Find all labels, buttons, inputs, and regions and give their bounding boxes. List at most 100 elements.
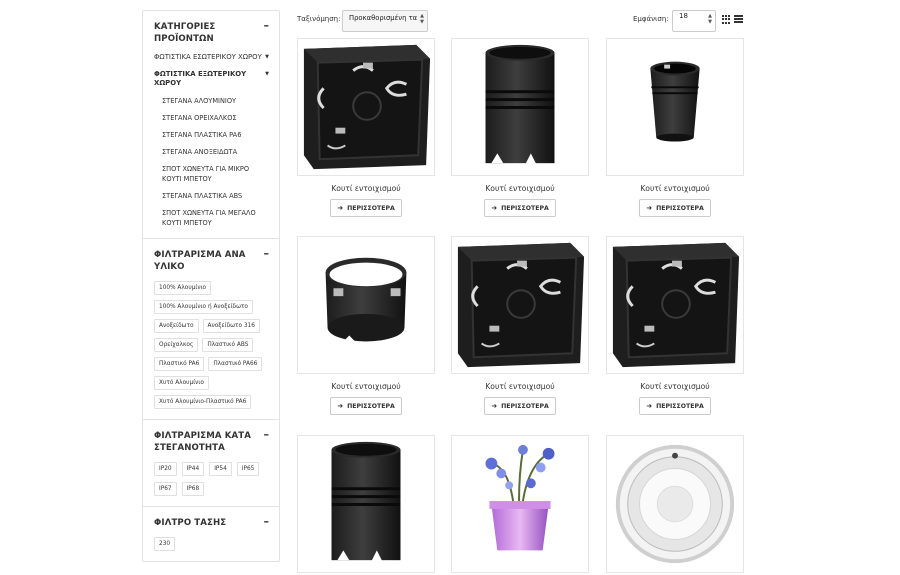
subcategory-item[interactable]: ΣΤΕΓΑΝΑ ΑΝΟΞΕΙΔΩΤΑ — [162, 147, 269, 157]
arrow-right-icon: ➜ — [337, 204, 344, 212]
product-name[interactable]: Κουτί εντοιχισμού — [451, 382, 589, 392]
product-toolbar: Ταξινόμηση: Προκαθορισμένη τα ▲ ▼ Εμφάνισ… — [297, 10, 744, 32]
product-name[interactable]: Κουτί εντοιχισμού — [606, 382, 744, 392]
subcategory-item[interactable]: ΣΤΕΓΑΝΑ ΟΡΕΙΧΑΛΚΟΣ — [162, 113, 269, 123]
product-image[interactable] — [297, 435, 435, 573]
filter-tag[interactable]: IP54 — [209, 462, 232, 476]
more-button[interactable]: ➜ ΠΕΡΙΣΣΟΤΕΡΑ — [330, 397, 402, 415]
more-button-label: ΠΕΡΙΣΣΟΤΕΡΑ — [656, 402, 704, 410]
filter-tag[interactable]: Ορείχαλκος — [154, 338, 199, 352]
product-image[interactable] — [606, 38, 744, 176]
category-label: ΦΩΤΙΣΤΙΚΑ ΕΣΩΤΕΡΙΚΟΥ ΧΩΡΟΥ — [154, 53, 262, 61]
junction-box-image — [298, 39, 434, 175]
sort-select[interactable]: Προκαθορισμένη τα ▲ ▼ — [342, 10, 428, 32]
collapse-icon[interactable]: – — [261, 248, 270, 259]
product-card: Κουτί εντοιχισμού ➜ ΠΕΡΙΣΣΟΤΕΡΑ — [606, 236, 744, 415]
filter-tag[interactable]: 100% Αλουμίνιο ή Ανοξείδωτο — [154, 300, 253, 314]
voltage-filter-panel: ΦΙΛΤΡΟ ΤΑΣΗΣ – 230 — [143, 507, 279, 561]
cylinder-box-image — [298, 436, 434, 572]
more-button-label: ΠΕΡΙΣΣΟΤΕΡΑ — [501, 402, 549, 410]
collapse-icon[interactable]: – — [261, 429, 270, 440]
filter-tag[interactable]: 230 — [154, 537, 176, 551]
product-image[interactable] — [606, 236, 744, 374]
product-name[interactable]: Κουτί εντοιχισμού — [451, 184, 589, 194]
filter-tag[interactable]: Ανοξείδωτο 316 — [202, 319, 260, 333]
categories-header[interactable]: ΚΑΤΗΓΟΡΙΕΣ ΠΡΟΪΟΝΤΩΝ – — [154, 20, 270, 45]
arrow-right-icon: ➜ — [337, 402, 344, 410]
product-card: Κουτί εντοιχισμού ➜ ΠΕΡΙΣΣΟΤΕΡΑ — [297, 38, 435, 217]
product-image[interactable] — [297, 38, 435, 176]
list-view-icon[interactable] — [734, 15, 743, 24]
product-image[interactable] — [606, 435, 744, 573]
product-card — [451, 435, 589, 573]
more-button[interactable]: ➜ ΠΕΡΙΣΣΟΤΕΡΑ — [484, 199, 556, 217]
junction-box-image — [452, 237, 588, 373]
subcategory-list: ΣΤΕΓΑΝΑ ΑΛΟΥΜΙΝΙΟΥ ΣΤΕΓΑΝΑ ΟΡΕΙΧΑΛΚΟΣ ΣΤ… — [154, 96, 269, 228]
subcategory-item[interactable]: ΣΠΟΤ ΧΩΝΕΥΤΑ ΓΙΑ ΜΕΓΑΛΟ ΚΟΥΤΙ ΜΠΕΤΟΥ — [162, 208, 269, 228]
product-card: Κουτί εντοιχισμού ➜ ΠΕΡΙΣΣΟΤΕΡΑ — [606, 38, 744, 217]
chevron-down-icon[interactable]: ▼ — [265, 53, 269, 62]
collapse-icon[interactable]: – — [261, 516, 270, 527]
small-cylinder-image — [607, 39, 743, 175]
product-card: Κουτί εντοιχισμού ➜ ΠΕΡΙΣΣΟΤΕΡΑ — [297, 236, 435, 415]
filter-tag[interactable]: Πλαστικό ABS — [202, 338, 254, 352]
filter-tag[interactable]: IP65 — [236, 462, 260, 476]
ip-filter-panel: ΦΙΛΤΡΑΡΙΣΜΑ ΚΑΤΑ ΣΤΕΓΑΝΟΤΗΤΑ – IP20 IP44… — [143, 420, 279, 507]
per-page-select[interactable]: 18 ▲ ▼ — [672, 10, 716, 32]
arrow-right-icon: ➜ — [646, 204, 653, 212]
sidebar: ΚΑΤΗΓΟΡΙΕΣ ΠΡΟΪΟΝΤΩΝ – ΦΩΤΙΣΤΙΚΑ ΕΣΩΤΕΡΙ… — [142, 10, 280, 562]
arrow-right-icon: ➜ — [491, 402, 498, 410]
more-button-label: ΠΕΡΙΣΣΟΤΕΡΑ — [501, 204, 549, 212]
per-page-value: 18 — [679, 12, 688, 20]
product-image[interactable] — [451, 435, 589, 573]
sort-label: Ταξινόμηση: — [297, 15, 341, 23]
collapse-icon[interactable]: – — [261, 20, 270, 31]
filter-tag[interactable]: Ανοξείδωτο — [154, 319, 199, 333]
more-button-label: ΠΕΡΙΣΣΟΤΕΡΑ — [656, 204, 704, 212]
filter-tag[interactable]: IP20 — [154, 462, 177, 476]
select-arrows-icon: ▲ ▼ — [708, 13, 712, 25]
product-image[interactable] — [297, 236, 435, 374]
product-card: Κουτί εντοιχισμού ➜ ΠΕΡΙΣΣΟΤΕΡΑ — [451, 236, 589, 415]
ip-filter-title: ΦΙΛΤΡΑΡΙΣΜΑ ΚΑΤΑ ΣΤΕΓΑΝΟΤΗΤΑ — [154, 431, 251, 453]
product-image[interactable] — [451, 236, 589, 374]
product-card — [297, 435, 435, 573]
chevron-down-icon[interactable]: ▼ — [265, 70, 269, 88]
more-button-label: ΠΕΡΙΣΣΟΤΕΡΑ — [347, 204, 395, 212]
ip-filter-header[interactable]: ΦΙΛΤΡΑΡΙΣΜΑ ΚΑΤΑ ΣΤΕΓΑΝΟΤΗΤΑ – — [154, 429, 270, 454]
product-name[interactable]: Κουτί εντοιχισμού — [606, 184, 744, 194]
material-filter-title: ΦΙΛΤΡΑΡΙΣΜΑ ΑΝΑ ΥΛΙΚΟ — [154, 250, 246, 272]
more-button[interactable]: ➜ ΠΕΡΙΣΣΟΤΕΡΑ — [330, 199, 402, 217]
categories-panel: ΚΑΤΗΓΟΡΙΕΣ ΠΡΟΪΟΝΤΩΝ – ΦΩΤΙΣΤΙΚΑ ΕΣΩΤΕΡΙ… — [143, 11, 279, 239]
filter-tag[interactable]: Χυτό Αλουμίνιο-Πλαστικό PA6 — [154, 395, 252, 409]
filter-tag[interactable]: IP67 — [154, 482, 177, 496]
filter-tag[interactable]: Χυτό Αλουμίνιο — [154, 376, 209, 390]
grid-view-icon[interactable] — [722, 15, 731, 24]
filter-tag[interactable]: Πλαστικό PA6 — [154, 357, 205, 371]
categories-title: ΚΑΤΗΓΟΡΙΕΣ ΠΡΟΪΟΝΤΩΝ — [154, 22, 216, 44]
category-indoor-lighting[interactable]: ΦΩΤΙΣΤΙΚΑ ΕΣΩΤΕΡΙΚΟΥ ΧΩΡΟΥ ▼ — [154, 53, 269, 62]
voltage-filter-header[interactable]: ΦΙΛΤΡΟ ΤΑΣΗΣ – — [154, 516, 270, 529]
product-name[interactable]: Κουτί εντοιχισμού — [297, 382, 435, 392]
filter-tag[interactable]: IP68 — [181, 482, 205, 496]
material-filter-header[interactable]: ΦΙΛΤΡΑΡΙΣΜΑ ΑΝΑ ΥΛΙΚΟ – — [154, 248, 270, 273]
category-label: ΦΩΤΙΣΤΙΚΑ ΕΞΩΤΕΡΙΚΟΥ ΧΩΡΟΥ — [154, 70, 247, 87]
subcategory-item[interactable]: ΣΤΕΓΑΝΑ ΑΛΟΥΜΙΝΙΟΥ — [162, 96, 269, 106]
ring-box-image — [298, 237, 434, 373]
more-button[interactable]: ➜ ΠΕΡΙΣΣΟΤΕΡΑ — [639, 397, 711, 415]
more-button[interactable]: ➜ ΠΕΡΙΣΣΟΤΕΡΑ — [484, 397, 556, 415]
product-card: Κουτί εντοιχισμού ➜ ΠΕΡΙΣΣΟΤΕΡΑ — [451, 38, 589, 217]
more-button[interactable]: ➜ ΠΕΡΙΣΣΟΤΕΡΑ — [639, 199, 711, 217]
more-button-label: ΠΕΡΙΣΣΟΤΕΡΑ — [347, 402, 395, 410]
cylinder-box-image — [452, 39, 588, 175]
voltage-filter-title: ΦΙΛΤΡΟ ΤΑΣΗΣ — [154, 518, 227, 528]
category-outdoor-lighting[interactable]: ΦΩΤΙΣΤΙΚΑ ΕΞΩΤΕΡΙΚΟΥ ΧΩΡΟΥ ▼ — [154, 70, 269, 88]
product-image[interactable] — [451, 38, 589, 176]
subcategory-item[interactable]: ΣΠΟΤ ΧΩΝΕΥΤΑ ΓΙΑ ΜΙΚΡΟ ΚΟΥΤΙ ΜΠΕΤΟΥ — [162, 164, 269, 184]
product-name[interactable]: Κουτί εντοιχισμού — [297, 184, 435, 194]
subcategory-item[interactable]: ΣΤΕΓΑΝΑ ΠΛΑΣΤΙΚΑ ABS — [162, 191, 269, 201]
subcategory-item[interactable]: ΣΤΕΓΑΝΑ ΠΛΑΣΤΙΚΑ PA6 — [162, 130, 269, 140]
filter-tag[interactable]: IP44 — [181, 462, 205, 476]
filter-tag[interactable]: Πλαστικό PA66 — [208, 357, 263, 371]
filter-tag[interactable]: 100% Αλουμίνιο — [154, 281, 212, 295]
